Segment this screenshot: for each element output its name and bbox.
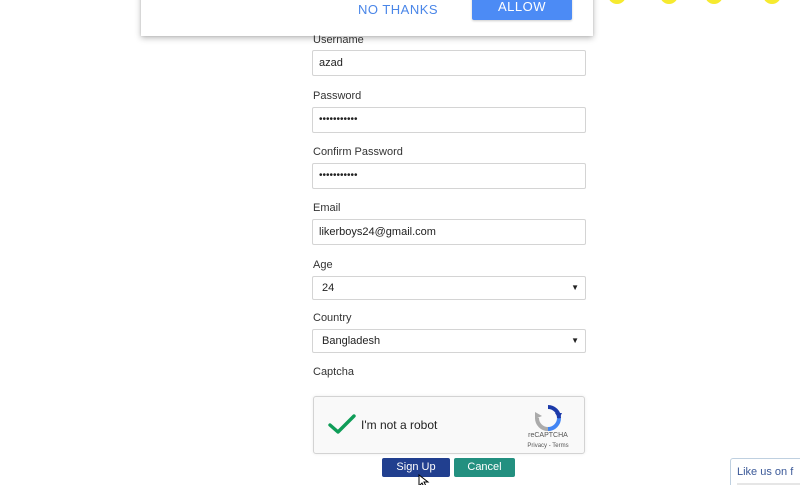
allow-button[interactable]: ALLOW <box>472 0 572 20</box>
decorative-shape <box>705 0 723 4</box>
recaptcha-brand-text: reCAPTCHA <box>528 432 568 439</box>
confirm-password-input[interactable]: ••••••••••• <box>312 163 586 189</box>
mouse-cursor-icon <box>418 474 430 485</box>
decorative-shape <box>608 0 626 4</box>
password-label: Password <box>313 90 362 102</box>
country-selected-value: Bangladesh <box>322 335 381 347</box>
checkmark-icon[interactable] <box>328 413 356 435</box>
captcha-checkbox-text: I'm not a robot <box>361 418 438 432</box>
country-label: Country <box>313 312 352 324</box>
like-us-widget[interactable]: Like us on f <box>730 458 800 485</box>
recaptcha-widget: I'm not a robot reCAPTCHA Privacy - Term… <box>313 396 585 454</box>
page: NO THANKS ALLOW Username azad Password •… <box>0 0 800 485</box>
country-select[interactable]: Bangladesh ▼ <box>312 329 586 353</box>
dropdown-arrow-icon: ▼ <box>571 283 579 292</box>
recaptcha-privacy-terms[interactable]: Privacy - Terms <box>519 443 577 449</box>
notification-permission-popup: NO THANKS ALLOW <box>141 0 593 36</box>
decorative-shape <box>763 0 781 4</box>
decorative-shape <box>660 0 678 4</box>
like-us-text: Like us on f <box>737 466 794 478</box>
password-input[interactable]: ••••••••••• <box>312 107 586 133</box>
no-thanks-button[interactable]: NO THANKS <box>339 0 457 23</box>
username-input[interactable]: azad <box>312 50 586 76</box>
dropdown-arrow-icon: ▼ <box>571 336 579 345</box>
age-select[interactable]: 24 ▼ <box>312 276 586 300</box>
username-label: Username <box>313 34 364 46</box>
age-label: Age <box>313 259 333 271</box>
captcha-label: Captcha <box>313 366 354 378</box>
email-input[interactable]: likerboys24@gmail.com <box>312 219 586 245</box>
recaptcha-logo-icon <box>535 405 562 431</box>
sign-up-button[interactable]: Sign Up <box>382 458 450 477</box>
confirm-password-label: Confirm Password <box>313 146 403 158</box>
cancel-button[interactable]: Cancel <box>454 458 515 477</box>
age-selected-value: 24 <box>322 282 335 294</box>
email-label: Email <box>313 202 341 214</box>
